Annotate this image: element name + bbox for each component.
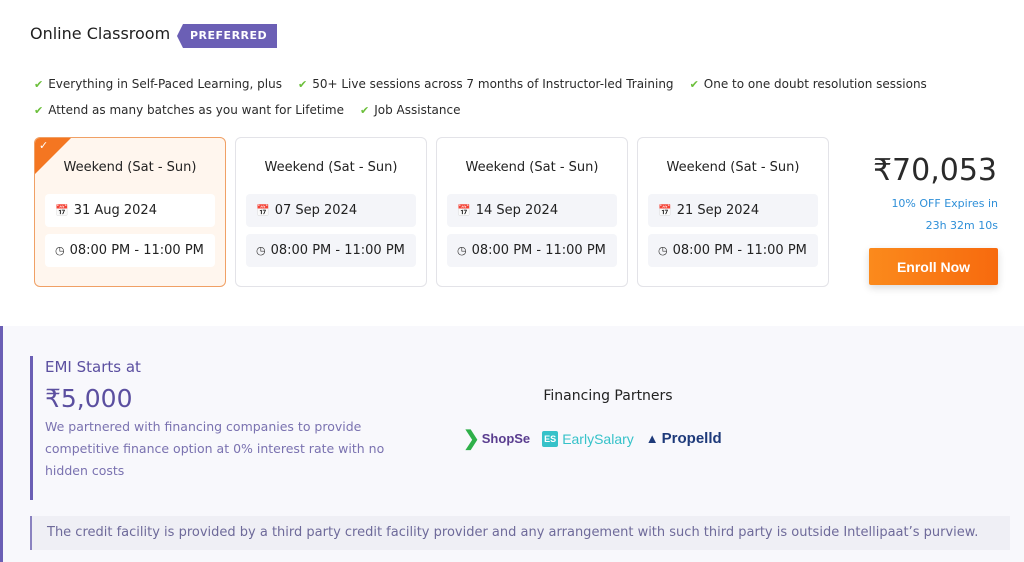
feature-item: ✔ Attend as many batches as you want for … — [34, 103, 344, 117]
batch-time: ◷ 08:00 PM - 11:00 PM — [648, 234, 818, 267]
feature-text: Job Assistance — [374, 103, 461, 117]
clock-icon: ◷ — [658, 244, 668, 257]
feature-text: Everything in Self-Paced Learning, plus — [48, 77, 282, 91]
credit-disclaimer: The credit facility is provided by a thi… — [30, 516, 1010, 550]
batch-title: Weekend (Sat - Sun) — [63, 160, 197, 175]
section-title: Online Classroom — [30, 24, 171, 43]
feature-text: Attend as many batches as you want for L… — [48, 103, 344, 117]
date-text: 31 Aug 2024 — [73, 203, 157, 218]
batch-date: 📅 21 Sep 2024 — [648, 194, 818, 227]
clock-icon: ◷ — [55, 244, 65, 257]
batch-card[interactable]: Weekend (Sat - Sun) 📅 21 Sep 2024 ◷ 08:00 … — [637, 137, 829, 287]
batch-time: ◷ 08:00 PM - 11:00 PM — [45, 234, 215, 267]
calendar-icon: 📅 — [658, 204, 672, 217]
partner-earlysalary: ES EarlySalary — [542, 430, 634, 447]
enroll-now-button[interactable]: Enroll Now — [869, 248, 998, 285]
feature-item: ✔ Everything in Self-Paced Learning, plus — [34, 77, 282, 91]
features-row: ✔ Everything in Self-Paced Learning, plus… — [34, 71, 934, 97]
countdown-timer: 23h 32m 10s — [925, 219, 998, 232]
calendar-icon: 📅 — [256, 204, 270, 217]
batch-card[interactable]: Weekend (Sat - Sun) 📅 14 Sep 2024 ◷ 08:00 … — [436, 137, 628, 287]
batch-title: Weekend (Sat - Sun) — [465, 160, 599, 175]
date-text: 14 Sep 2024 — [475, 203, 559, 218]
clock-icon: ◷ — [256, 244, 266, 257]
calendar-icon: 📅 — [55, 204, 69, 217]
partner-name: ShopSe — [481, 431, 531, 446]
check-icon: ✔ — [297, 77, 308, 91]
preferred-badge: PREFERRED — [177, 24, 278, 48]
feature-item: ✔ Job Assistance — [360, 103, 460, 117]
batch-date: 📅 31 Aug 2024 — [45, 194, 215, 227]
batch-time: ◷ 08:00 PM - 11:00 PM — [447, 234, 617, 267]
offer-text: 10% OFF Expires in — [891, 197, 998, 210]
features-list: ✔ Everything in Self-Paced Learning, plus… — [34, 71, 934, 123]
batch-title: Weekend (Sat - Sun) — [666, 160, 800, 175]
partner-name: Propelld — [661, 430, 722, 447]
financing-title: Financing Partners — [543, 388, 673, 404]
time-text: 08:00 PM - 11:00 PM — [672, 243, 807, 258]
financing-partners: Financing Partners ❯ ShopSe ES EarlySalary… — [463, 388, 763, 451]
emi-description: We partnered with financing companies to… — [45, 419, 385, 478]
batch-title: Weekend (Sat - Sun) — [264, 160, 398, 175]
time-text: 08:00 PM - 11:00 PM — [270, 243, 405, 258]
online-classroom-section: Online Classroom PREFERRED ✔ Everything i… — [0, 0, 1024, 326]
feature-item: ✔ 50+ Live sessions across 7 months of In… — [298, 77, 674, 91]
partner-propelld: ▲ Propelld — [646, 430, 722, 447]
date-text: 21 Sep 2024 — [676, 203, 760, 218]
offer-countdown: 10% OFF Expires in 23h 32m 10s — [891, 193, 998, 237]
emi-block: EMI Starts at ₹5,000 We partnered with f… — [30, 356, 430, 500]
batch-card-selected[interactable]: ✓ Weekend (Sat - Sun) 📅 31 Aug 2024 ◷ 08:0… — [34, 137, 226, 287]
batch-date: 📅 14 Sep 2024 — [447, 194, 617, 227]
partner-logos: ❯ ShopSe ES EarlySalary ▲ Propelld — [463, 426, 763, 451]
earlysalary-logo-icon: ES — [542, 430, 559, 447]
time-text: 08:00 PM - 11:00 PM — [471, 243, 606, 258]
partner-shopse: ❯ ShopSe — [463, 426, 530, 451]
batch-cards: ✓ Weekend (Sat - Sun) 📅 31 Aug 2024 ◷ 08:0… — [34, 137, 829, 287]
date-text: 07 Sep 2024 — [274, 203, 358, 218]
check-icon: ✔ — [689, 77, 699, 91]
feature-item: ✔ One to one doubt resolution sessions — [690, 77, 927, 91]
check-icon: ✔ — [34, 103, 44, 117]
emi-title: EMI Starts at — [45, 358, 141, 376]
features-row: ✔ Attend as many batches as you want for … — [34, 97, 934, 123]
clock-icon: ◷ — [457, 244, 467, 257]
shopse-logo-icon: ❯ — [463, 428, 480, 450]
calendar-icon: 📅 — [457, 204, 471, 217]
feature-text: One to one doubt resolution sessions — [703, 77, 927, 91]
check-icon: ✔ — [360, 103, 370, 117]
financing-section: EMI Starts at ₹5,000 We partnered with f… — [3, 326, 1024, 562]
check-icon: ✔ — [34, 77, 44, 91]
batch-card[interactable]: Weekend (Sat - Sun) 📅 07 Sep 2024 ◷ 08:00 … — [235, 137, 427, 287]
propelld-logo-icon: ▲ — [645, 431, 659, 446]
time-text: 08:00 PM - 11:00 PM — [69, 243, 204, 258]
feature-text: 50+ Live sessions across 7 months of Ins… — [312, 77, 674, 91]
check-icon: ✓ — [39, 139, 49, 152]
emi-amount: ₹5,000 — [45, 384, 133, 413]
batch-time: ◷ 08:00 PM - 11:00 PM — [246, 234, 416, 267]
partner-name: EarlySalary — [562, 430, 634, 447]
course-price: ₹70,053 — [872, 153, 997, 188]
batch-date: 📅 07 Sep 2024 — [246, 194, 416, 227]
